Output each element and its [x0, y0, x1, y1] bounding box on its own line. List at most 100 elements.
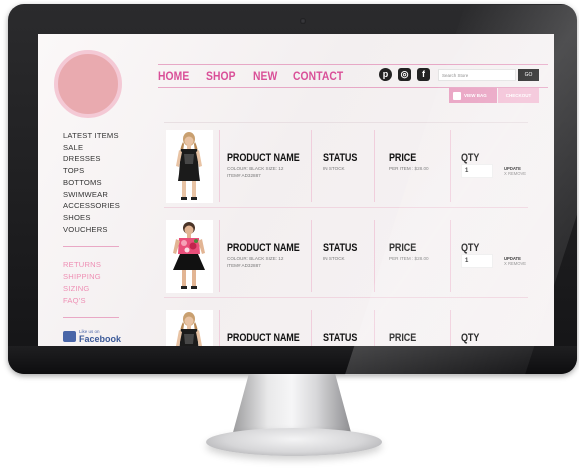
sidebar-item-swimwear[interactable]: SWIMWEAR	[63, 189, 120, 201]
monitor-stand-neck	[232, 374, 352, 436]
sidebar-item-shipping[interactable]: SHIPPING	[63, 271, 101, 283]
sidebar-item-latest[interactable]: LATEST ITEMS	[63, 130, 120, 142]
status-cell: STATUS IN STOCK	[323, 152, 365, 171]
facebook-wordmark: Facebook	[79, 333, 122, 344]
product-image[interactable]	[166, 220, 213, 293]
quantity-input[interactable]: 1	[461, 164, 493, 178]
status-cell: STATUS IN STOCK	[323, 332, 365, 351]
monitor-stand-base	[206, 428, 382, 456]
sidebar-item-vouchers[interactable]: VOUCHERS	[63, 224, 120, 236]
qty-cell: QTY	[461, 242, 483, 254]
row-actions: UPDATE X REMOVE	[504, 256, 526, 266]
status-value: IN STOCK	[323, 346, 345, 351]
status-value: IN STOCK	[323, 256, 345, 261]
column-divider	[219, 130, 220, 202]
facebook-icon[interactable]: f	[417, 68, 430, 81]
nav-new[interactable]: NEW	[253, 69, 277, 83]
nav-shop[interactable]: SHOP	[206, 69, 236, 83]
facebook-like-badge[interactable]: Like us on Facebook	[63, 329, 122, 344]
search-go-button[interactable]: GO	[518, 69, 539, 81]
price-value: PER ITEM : $28.00	[389, 256, 429, 261]
sidebar-item-tops[interactable]: TOPS	[63, 165, 120, 177]
row-divider	[164, 207, 528, 208]
logo[interactable]	[54, 50, 122, 118]
column-divider	[219, 220, 220, 292]
sidebar-item-sizing[interactable]: SIZING	[63, 283, 101, 295]
qty-cell: QTY	[461, 152, 483, 164]
product-name[interactable]: PRODUCT NAME	[227, 332, 300, 344]
sidebar-item-bottoms[interactable]: BOTTOMS	[63, 177, 120, 189]
sidebar-item-shoes[interactable]: SHOES	[63, 212, 120, 224]
quantity-input[interactable]: 1	[461, 254, 493, 268]
qty-heading: QTY	[461, 152, 480, 164]
thumbs-up-icon	[63, 331, 76, 343]
row-divider	[164, 297, 528, 298]
remove-link[interactable]: X REMOVE	[504, 171, 526, 176]
monitor-bezel: HOME SHOP NEW CONTACT p ◎ f Search Store…	[8, 4, 577, 374]
search-input[interactable]: Search Store	[438, 69, 516, 81]
price-heading: PRICE	[389, 332, 417, 344]
status-heading: STATUS	[323, 332, 358, 344]
price-value: PER ITEM : $28.00	[389, 166, 429, 171]
sidebar-item-sale[interactable]: SALE	[63, 142, 120, 154]
product-details: COLOUR: BLACK SIZE: 12	[227, 346, 284, 351]
view-bag-button[interactable]: VIEW BAG	[449, 88, 497, 103]
product-item-number: ITEM# AD32887	[227, 173, 261, 178]
pinterest-icon[interactable]: p	[379, 68, 392, 81]
column-divider	[374, 310, 375, 352]
price-cell: PRICE PER ITEM : $28.00	[389, 242, 429, 261]
column-divider	[450, 220, 451, 292]
row-actions: UPDATE	[504, 346, 521, 351]
product-details: COLOUR: BLACK SIZE: 12	[227, 166, 284, 171]
qty-cell: QTY	[461, 332, 483, 344]
column-divider	[311, 220, 312, 292]
product-item-number: ITEM# AD32887	[227, 263, 261, 268]
sidebar-info-links: RETURNS SHIPPING SIZING FAQ'S	[63, 259, 101, 307]
status-cell: STATUS IN STOCK	[323, 242, 365, 261]
product-cell: PRODUCT NAME COLOUR: BLACK SIZE: 12 ITEM…	[227, 242, 316, 268]
sidebar-item-dresses[interactable]: DRESSES	[63, 153, 120, 165]
checkout-button[interactable]: CHECKOUT	[498, 88, 539, 103]
sidebar-item-faqs[interactable]: FAQ'S	[63, 295, 101, 307]
column-divider	[219, 310, 220, 352]
price-heading: PRICE	[389, 242, 417, 254]
product-cell: PRODUCT NAME COLOUR: BLACK SIZE: 12	[227, 332, 316, 351]
column-divider	[374, 130, 375, 202]
column-divider	[450, 310, 451, 352]
website-screen: HOME SHOP NEW CONTACT p ◎ f Search Store…	[38, 34, 554, 352]
product-name[interactable]: PRODUCT NAME	[227, 242, 300, 254]
nav-home[interactable]: HOME	[158, 69, 189, 83]
column-divider	[311, 310, 312, 352]
instagram-icon[interactable]: ◎	[398, 68, 411, 81]
product-details: COLOUR: BLACK SIZE: 12	[227, 256, 284, 261]
remove-link[interactable]: X REMOVE	[504, 261, 526, 266]
sidebar-item-returns[interactable]: RETURNS	[63, 259, 101, 271]
status-heading: STATUS	[323, 242, 358, 254]
qty-heading: QTY	[461, 332, 480, 344]
cart-row: PRODUCT NAME COLOUR: BLACK SIZE: 12 STAT…	[164, 304, 528, 352]
cart-top-divider	[164, 122, 528, 123]
product-image[interactable]	[166, 310, 213, 352]
status-value: IN STOCK	[323, 166, 345, 171]
nav-contact[interactable]: CONTACT	[293, 69, 343, 83]
column-divider	[374, 220, 375, 292]
camera-icon	[300, 18, 306, 24]
status-heading: STATUS	[323, 152, 358, 164]
sidebar-divider	[63, 246, 119, 247]
social-links: p ◎ f	[379, 68, 430, 81]
price-cell: PRICE PER ITEM : $28.00	[389, 332, 429, 351]
sidebar-item-accessories[interactable]: ACCESSORIES	[63, 200, 120, 212]
product-cell: PRODUCT NAME COLOUR: BLACK SIZE: 12 ITEM…	[227, 152, 316, 178]
update-link[interactable]: UPDATE	[504, 346, 521, 351]
product-image[interactable]	[166, 130, 213, 203]
cart-row: PRODUCT NAME COLOUR: BLACK SIZE: 12 ITEM…	[164, 214, 528, 298]
product-name[interactable]: PRODUCT NAME	[227, 152, 300, 164]
price-heading: PRICE	[389, 152, 417, 164]
price-cell: PRICE PER ITEM : $28.00	[389, 152, 429, 171]
row-actions: UPDATE X REMOVE	[504, 166, 526, 176]
price-value: PER ITEM : $28.00	[389, 346, 429, 351]
cart-row: PRODUCT NAME COLOUR: BLACK SIZE: 12 ITEM…	[164, 124, 528, 208]
bag-icon	[453, 91, 461, 100]
sidebar-divider	[63, 317, 119, 318]
column-divider	[450, 130, 451, 202]
